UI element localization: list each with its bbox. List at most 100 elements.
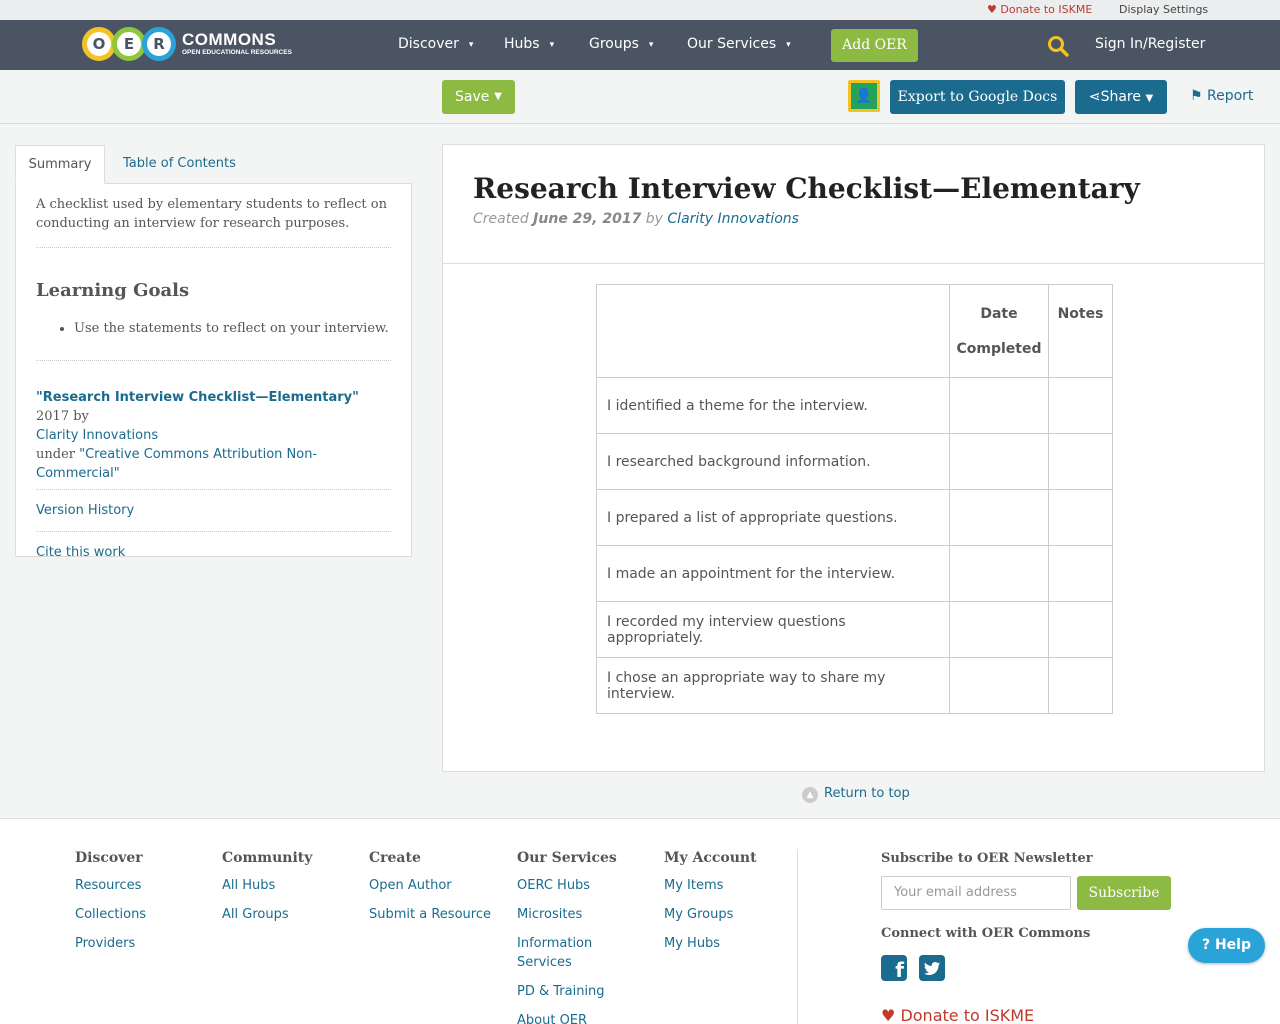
chevron-down-icon: ▾ xyxy=(648,40,654,50)
footer-link[interactable]: Open Author xyxy=(369,876,491,895)
notes-cell xyxy=(1048,657,1113,714)
page-title: Research Interview Checklist—Elementary xyxy=(473,172,1140,205)
add-oer-button[interactable]: Add OER xyxy=(831,29,918,62)
created-label: Created xyxy=(473,211,529,227)
nav-discover-label: Discover xyxy=(398,36,459,52)
resource-toolbar: Save ▼ 👤 Export to Google Docs ⋖Share ▼ ⚑… xyxy=(0,70,1280,124)
display-settings-link[interactable]: Display Settings xyxy=(1119,3,1208,16)
footer-link[interactable]: Resources xyxy=(75,876,146,895)
nav-our-services[interactable]: Our Services ▾ xyxy=(687,36,791,52)
flag-icon: ⚑ xyxy=(1190,88,1203,104)
by-label: by xyxy=(645,211,663,227)
chevron-down-icon: ▾ xyxy=(468,40,474,50)
header-date-line1: Date xyxy=(980,306,1018,322)
logo-letter-r: R xyxy=(142,27,176,61)
checklist-statement: I chose an appropriate way to share my i… xyxy=(596,657,950,714)
footer-column-title: Our Services xyxy=(517,850,617,866)
column-header-statement xyxy=(596,284,950,378)
footer-link[interactable]: OERC Hubs xyxy=(517,876,627,895)
notes-cell xyxy=(1048,601,1113,658)
report-label: Report xyxy=(1207,88,1254,104)
newsletter-email-input[interactable]: Your email address xyxy=(881,876,1071,910)
save-label: Save xyxy=(455,89,490,105)
footer-link[interactable]: Providers xyxy=(75,934,146,953)
tab-table-of-contents[interactable]: Table of Contents xyxy=(123,145,236,184)
chevron-down-icon: ▾ xyxy=(786,40,791,50)
footer-link[interactable]: Collections xyxy=(75,905,146,924)
learning-goals-list: Use the statements to reflect on your in… xyxy=(74,321,391,336)
report-link[interactable]: ⚑ Report xyxy=(1190,88,1253,104)
cite-this-work-link[interactable]: Cite this work xyxy=(36,532,391,573)
facebook-icon[interactable]: f xyxy=(881,955,907,981)
nav-groups-label: Groups xyxy=(589,36,639,52)
attribution-under: under xyxy=(36,447,80,462)
nav-hubs[interactable]: Hubs ▾ xyxy=(504,36,554,52)
column-header-date-completed: Date Completed xyxy=(949,284,1049,378)
heart-icon: ♥ xyxy=(881,1006,896,1024)
resource-header: Research Interview Checklist—Elementary … xyxy=(443,145,1264,264)
footer-donate-link[interactable]: ♥ Donate to ISKME xyxy=(881,1006,1034,1024)
export-google-docs-button[interactable]: Export to Google Docs xyxy=(890,80,1065,114)
utility-bar: ♥ Donate to ISKME Display Settings xyxy=(0,0,1280,20)
version-history-link[interactable]: Version History xyxy=(36,490,391,531)
author-link[interactable]: Clarity Innovations xyxy=(667,211,799,227)
checklist-statement: I prepared a list of appropriate questio… xyxy=(596,489,950,546)
logo-letter-e: E xyxy=(112,27,146,61)
footer-link[interactable]: Submit a Resource xyxy=(369,905,491,924)
search-icon[interactable] xyxy=(1047,35,1069,57)
created-date: June 29, 2017 xyxy=(533,211,642,227)
checklist-statement: I researched background information. xyxy=(596,433,950,490)
oer-commons-logo[interactable]: O E R COMMONS OPEN EDUCATIONAL RESOURCES xyxy=(82,26,292,62)
footer-link[interactable]: All Hubs xyxy=(222,876,312,895)
footer-link[interactable]: My Hubs xyxy=(664,934,757,953)
license-link[interactable]: "Creative Commons Attribution Non-Commer… xyxy=(36,447,317,481)
donate-link[interactable]: ♥ Donate to ISKME xyxy=(987,3,1092,16)
footer-link[interactable]: All Groups xyxy=(222,905,312,924)
tab-summary[interactable]: Summary xyxy=(15,145,105,184)
help-icon: ? xyxy=(1201,937,1211,953)
footer-column-title: Discover xyxy=(75,850,143,866)
google-classroom-icon[interactable]: 👤 xyxy=(848,80,880,112)
footer-column-community: Community All Hubs All Groups xyxy=(222,850,312,934)
return-to-top-link[interactable]: ▲ Return to top xyxy=(802,786,910,803)
help-label: Help xyxy=(1214,937,1252,953)
summary-panel: A checklist used by elementary students … xyxy=(15,183,412,560)
chevron-down-icon: ▾ xyxy=(549,40,555,50)
caret-down-icon: ▼ xyxy=(494,91,502,102)
heart-icon: ♥ xyxy=(987,3,997,16)
attribution-title-link[interactable]: "Research Interview Checklist—Elementary… xyxy=(36,390,359,405)
nav-our-services-label: Our Services xyxy=(687,36,777,52)
newsletter-title: Subscribe to OER Newsletter xyxy=(881,851,1093,866)
footer-link[interactable]: My Groups xyxy=(664,905,757,924)
logo-title: COMMONS xyxy=(182,30,277,50)
nav-groups[interactable]: Groups ▾ xyxy=(589,36,653,52)
notes-cell xyxy=(1048,377,1113,434)
date-cell xyxy=(949,657,1049,714)
sign-in-register-link[interactable]: Sign In/Register xyxy=(1095,36,1205,52)
date-cell xyxy=(949,377,1049,434)
logo-subtitle: OPEN EDUCATIONAL RESOURCES xyxy=(182,49,292,57)
footer-link[interactable]: About OER xyxy=(517,1011,627,1024)
footer-link[interactable]: PD & Training xyxy=(517,982,627,1001)
footer-link[interactable]: Information Services xyxy=(517,934,627,972)
attribution-author-link[interactable]: Clarity Innovations xyxy=(36,428,158,443)
subscribe-button[interactable]: Subscribe xyxy=(1077,876,1171,910)
nav-discover[interactable]: Discover ▾ xyxy=(398,36,473,52)
resource-meta: Created June 29, 2017 by Clarity Innovat… xyxy=(473,211,1234,227)
help-button[interactable]: ? Help xyxy=(1188,928,1265,963)
arrow-up-icon: ▲ xyxy=(802,787,818,803)
footer-link[interactable]: Microsites xyxy=(517,905,627,924)
share-label: Share xyxy=(1100,89,1141,105)
checklist-table: Date Completed Notes I identified a theme… xyxy=(596,284,1113,714)
column-header-notes: Notes xyxy=(1048,284,1113,378)
share-button[interactable]: ⋖Share ▼ xyxy=(1075,80,1167,114)
connect-title: Connect with OER Commons xyxy=(881,926,1091,941)
table-row: I researched background information. xyxy=(596,433,1113,490)
footer-link[interactable]: My Items xyxy=(664,876,757,895)
sidebar-tabs: Summary Table of Contents xyxy=(15,145,412,184)
divider xyxy=(36,360,391,361)
save-button[interactable]: Save ▼ xyxy=(442,80,515,114)
logo-text: COMMONS OPEN EDUCATIONAL RESOURCES xyxy=(182,31,292,57)
twitter-icon[interactable] xyxy=(919,955,945,981)
footer-column-title: Create xyxy=(369,850,421,866)
